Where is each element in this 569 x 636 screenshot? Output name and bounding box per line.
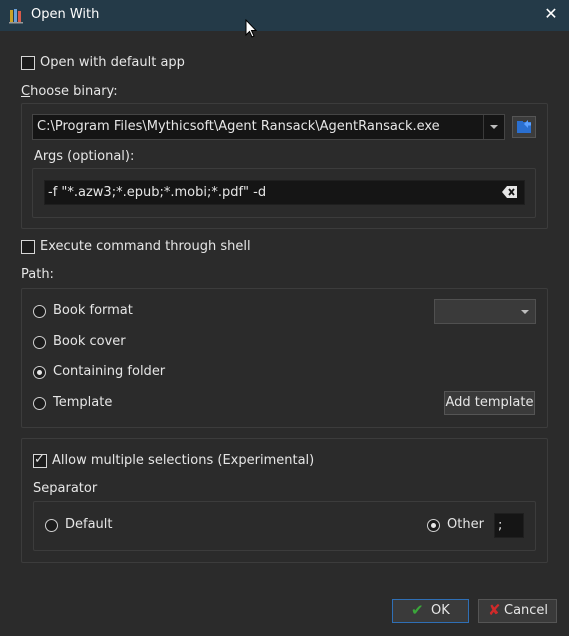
allow-multiple-checkbox[interactable]: [33, 452, 47, 468]
path-label: Path:: [21, 267, 54, 282]
book-format-label: Book format: [53, 303, 133, 318]
binary-path-value: C:\Program Files\Mythicsoft\Agent Ransac…: [37, 119, 440, 134]
app-books-icon: [9, 9, 23, 24]
radio-containing-folder[interactable]: [33, 366, 46, 379]
template-label: Template: [53, 395, 113, 410]
x-icon: ✘: [488, 601, 501, 619]
check-icon: ✔: [411, 601, 424, 619]
containing-folder-label: Containing folder: [53, 364, 166, 379]
add-template-button[interactable]: Add template: [444, 391, 535, 415]
chevron-down-icon: [521, 310, 529, 314]
ok-label: OK: [431, 603, 450, 618]
radio-book-cover[interactable]: [33, 336, 46, 349]
radio-separator-default[interactable]: [45, 519, 58, 532]
radio-book-format[interactable]: [33, 305, 46, 318]
open-default-label: Open with default app: [40, 55, 185, 70]
clear-input-icon[interactable]: [502, 185, 518, 199]
title-bar: Open With ✕: [0, 0, 569, 31]
execute-shell-label: Execute command through shell: [40, 239, 251, 254]
mouse-cursor-icon: [245, 19, 258, 38]
separator-other-input[interactable]: ;: [494, 513, 524, 538]
cancel-button[interactable]: ✘ Cancel: [478, 599, 557, 623]
separator-label: Separator: [33, 481, 98, 496]
separator-other-label: Other: [447, 517, 484, 532]
radio-separator-other[interactable]: [427, 519, 440, 532]
separator-default-label: Default: [65, 517, 113, 532]
radio-template[interactable]: [33, 397, 46, 410]
args-label: Args (optional):: [34, 149, 135, 164]
args-value: -f "*.azw3;*.epub;*.mobi;*.pdf" -d: [48, 185, 267, 200]
ok-button[interactable]: ✔ OK: [392, 599, 469, 623]
binary-path-combo[interactable]: C:\Program Files\Mythicsoft\Agent Ransac…: [32, 114, 505, 140]
cancel-label: Cancel: [504, 603, 549, 618]
binary-dropdown-button[interactable]: [483, 115, 504, 139]
allow-multiple-label: Allow multiple selections (Experimental): [52, 453, 315, 468]
open-default-checkbox[interactable]: [21, 56, 35, 70]
separator-other-value: ;: [498, 518, 503, 533]
book-format-select[interactable]: [434, 299, 536, 324]
folder-open-icon: [517, 120, 531, 133]
book-cover-label: Book cover: [53, 334, 126, 349]
choose-binary-label: Choose binary:: [21, 84, 118, 99]
chevron-down-icon: [490, 125, 498, 129]
args-input[interactable]: -f "*.azw3;*.epub;*.mobi;*.pdf" -d: [44, 180, 525, 205]
close-icon[interactable]: ✕: [543, 6, 559, 22]
window-title: Open With: [31, 7, 100, 22]
browse-binary-button[interactable]: [512, 116, 536, 138]
execute-shell-checkbox[interactable]: [21, 240, 35, 254]
